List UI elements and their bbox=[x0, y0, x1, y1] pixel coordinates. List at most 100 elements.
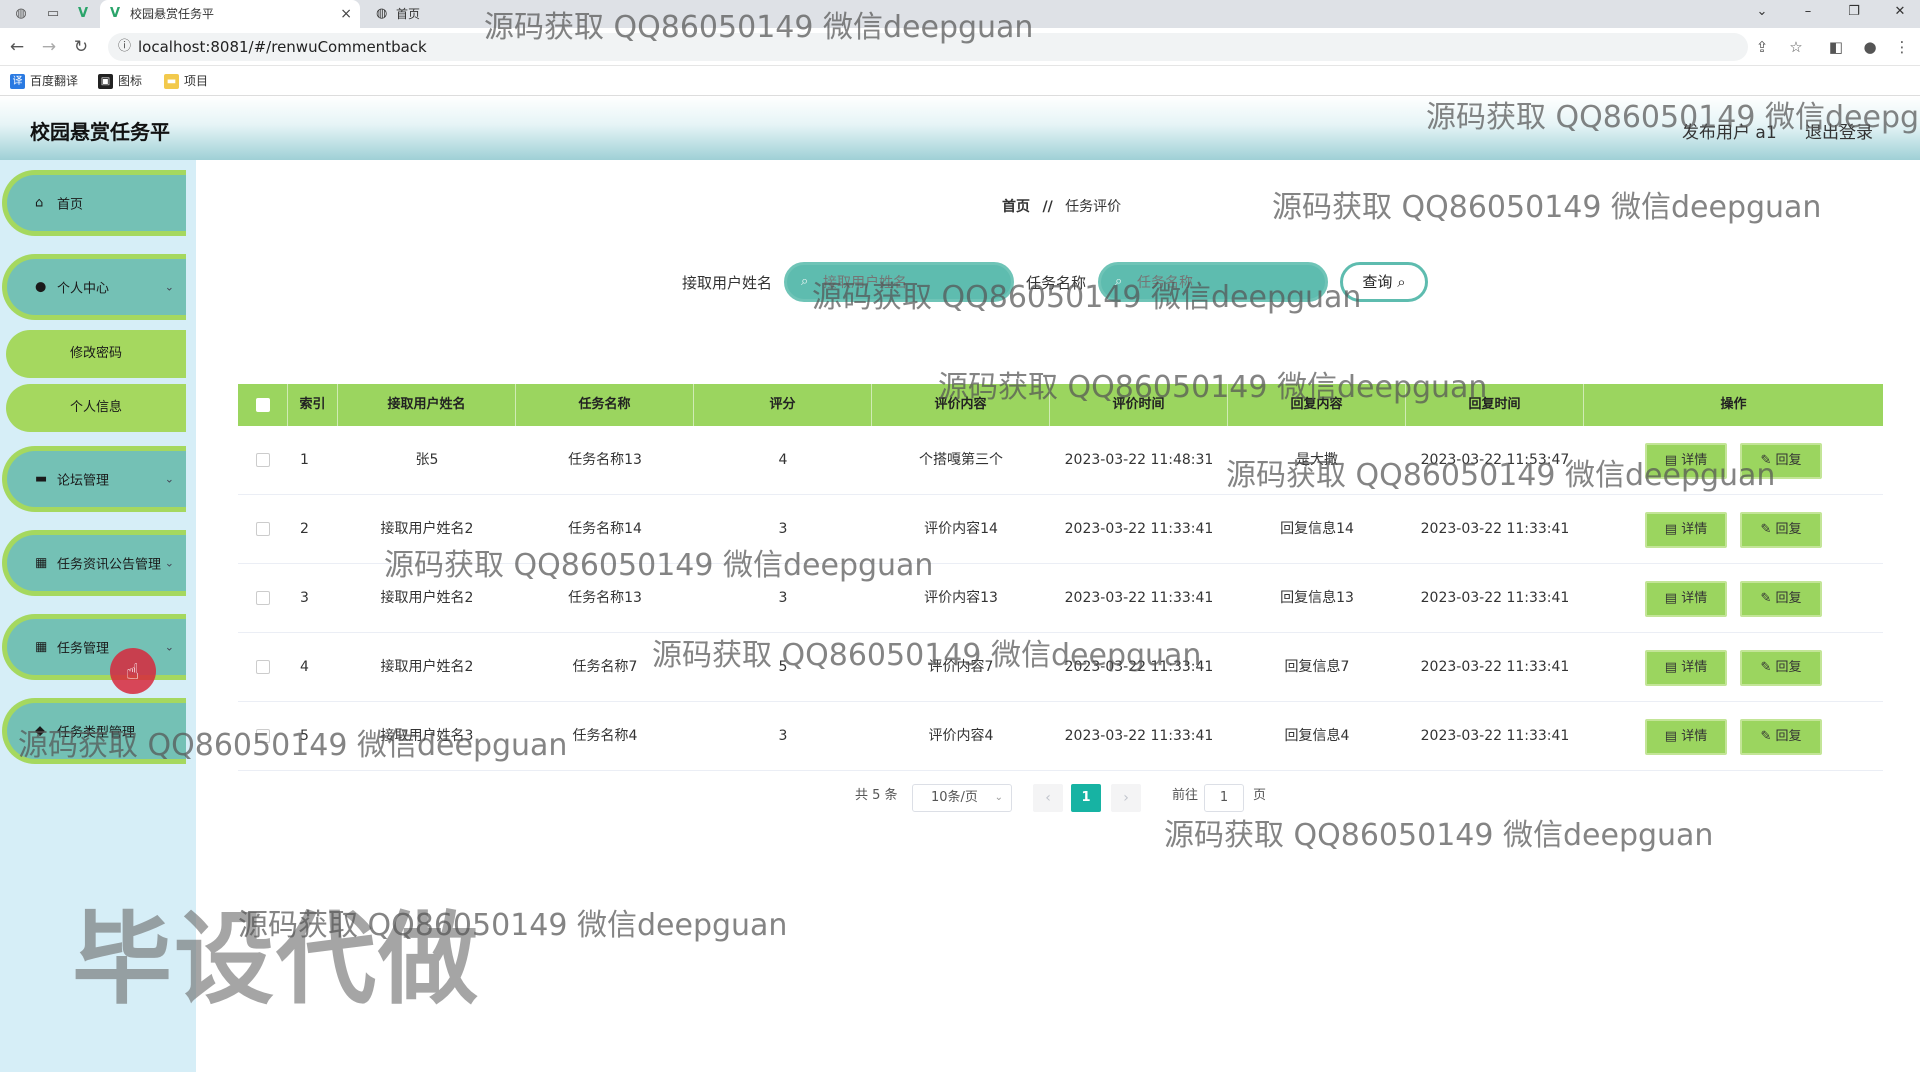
cell-reply-time: 2023-03-22 11:33:41 bbox=[1420, 521, 1570, 537]
chevron-down-icon[interactable]: ⌄ bbox=[1742, 0, 1782, 28]
forum-icon: ▬ bbox=[35, 471, 48, 487]
search-icon: ⌕ bbox=[1397, 273, 1406, 291]
detail-button[interactable]: ▤ 详情 bbox=[1645, 581, 1727, 617]
tag-icon: ◆ bbox=[35, 723, 45, 739]
detail-button[interactable]: ▤ 详情 bbox=[1645, 512, 1727, 548]
query-button[interactable]: 查询 ⌕ bbox=[1340, 262, 1428, 302]
row-checkbox[interactable] bbox=[256, 591, 270, 605]
page-size-select[interactable]: 10条/页 ⌄ bbox=[912, 784, 1012, 812]
profile-icon[interactable]: ● bbox=[1860, 37, 1880, 57]
page-number-current[interactable]: 1 bbox=[1071, 784, 1101, 812]
kebab-menu-icon[interactable]: ⋮ bbox=[1892, 37, 1912, 57]
url-field[interactable]: ⓘ localhost:8081/#/renwuCommentback bbox=[108, 33, 1748, 61]
tab-label: 校园悬赏任务平 bbox=[130, 7, 215, 21]
row-checkbox[interactable] bbox=[256, 660, 270, 674]
bookmark-project[interactable]: ▬ 项目 bbox=[164, 72, 208, 90]
user-name: a1 bbox=[1755, 123, 1777, 143]
app-header: 校园悬赏任务平 发布用户 a1 退出登录 bbox=[0, 96, 1920, 160]
bookmarks-bar: 译 百度翻译 ▣ 图标 ▬ 项目 bbox=[0, 66, 1920, 96]
detail-button[interactable]: ▤ 详情 bbox=[1645, 719, 1727, 755]
sidebar-subitem-personal-info[interactable]: 个人信息 bbox=[6, 384, 186, 432]
chevron-down-icon: ⌄ bbox=[164, 472, 174, 486]
sidebar-item-label: 个人中心 bbox=[57, 281, 110, 297]
sidebar-item-personal-center[interactable]: ● 个人中心 ⌄ bbox=[2, 254, 186, 320]
globe-icon[interactable]: ◍ bbox=[12, 5, 30, 23]
row-checkbox[interactable] bbox=[256, 522, 270, 536]
reply-button[interactable]: ✎ 回复 bbox=[1740, 581, 1822, 617]
search-task-label: 任务名称 bbox=[1026, 274, 1087, 292]
reply-button[interactable]: ✎ 回复 bbox=[1740, 512, 1822, 548]
sidebar-item-label: 任务资讯公告管理 bbox=[57, 557, 162, 573]
document-icon: ▤ bbox=[1664, 660, 1682, 675]
cell-task: 任务名称4 bbox=[572, 728, 638, 744]
close-icon[interactable]: × bbox=[340, 0, 352, 28]
cell-reply-time: 2023-03-22 11:33:41 bbox=[1420, 728, 1570, 744]
blank-tab-icon[interactable]: ▭ bbox=[44, 5, 62, 23]
back-icon[interactable]: ← bbox=[6, 36, 28, 58]
goto-page-input[interactable]: 1 bbox=[1204, 784, 1244, 812]
sidepanel-icon[interactable]: ◧ bbox=[1826, 37, 1846, 57]
search-user-input[interactable]: ⌕ bbox=[784, 262, 1014, 302]
chevron-left-icon: ‹ bbox=[1045, 790, 1051, 806]
grid-icon: ▦ bbox=[35, 639, 48, 655]
restore-icon[interactable]: ❐ bbox=[1834, 0, 1874, 28]
share-icon[interactable]: ⇪ bbox=[1752, 37, 1772, 57]
row-checkbox[interactable] bbox=[256, 729, 270, 743]
vue-icon[interactable]: V bbox=[74, 5, 92, 23]
cell-time: 2023-03-22 11:33:41 bbox=[1064, 728, 1214, 744]
select-all-checkbox[interactable] bbox=[256, 398, 270, 412]
logout-link[interactable]: 退出登录 bbox=[1805, 118, 1873, 143]
globe-icon: ◍ bbox=[376, 6, 388, 21]
breadcrumb-separator: // bbox=[1042, 199, 1053, 215]
detail-button[interactable]: ▤ 详情 bbox=[1645, 650, 1727, 686]
sidebar-item-task-news[interactable]: ▦ 任务资讯公告管理 ⌄ bbox=[2, 530, 186, 596]
th-content: 评价内容 bbox=[872, 384, 1050, 426]
detail-button-label: 详情 bbox=[1681, 522, 1708, 537]
reply-button[interactable]: ✎ 回复 bbox=[1740, 650, 1822, 686]
home-icon: ⌂ bbox=[35, 195, 44, 211]
table-header: 索引 接取用户姓名 任务名称 评分 评价内容 评价时间 回复内容 回复时间 操作 bbox=[238, 384, 1883, 426]
minimize-icon[interactable]: – bbox=[1788, 0, 1828, 28]
reply-button[interactable]: ✎ 回复 bbox=[1740, 719, 1822, 755]
breadcrumb: 首页 // 任务评价 bbox=[1002, 196, 1121, 216]
search-task-field[interactable] bbox=[1101, 265, 1325, 299]
edit-icon: ✎ bbox=[1760, 522, 1776, 537]
close-window-icon[interactable]: ✕ bbox=[1880, 0, 1920, 28]
search-user-field[interactable] bbox=[787, 265, 1011, 299]
table-row: 3 接取用户姓名2 任务名称13 3 评价内容13 2023-03-22 11:33:41… bbox=[238, 564, 1883, 633]
bookmark-baidu-translate[interactable]: 译 百度翻译 bbox=[10, 72, 78, 90]
watermark-text: 源码获取 QQ86050149 微信deepguan bbox=[1164, 818, 1714, 853]
pagination-total: 共 5 条 bbox=[855, 788, 898, 803]
reply-button[interactable]: ✎ 回复 bbox=[1740, 443, 1822, 479]
info-icon: ⓘ bbox=[118, 39, 132, 54]
detail-button[interactable]: ▤ 详情 bbox=[1645, 443, 1727, 479]
tab-home[interactable]: ◍ 首页 bbox=[366, 0, 586, 28]
document-icon: ▤ bbox=[1664, 591, 1682, 606]
cell-index: 1 bbox=[300, 452, 309, 468]
bookmark-icons[interactable]: ▣ 图标 bbox=[98, 72, 142, 90]
app-title: 校园悬赏任务平 bbox=[30, 120, 170, 144]
search-task-input[interactable]: ⌕ bbox=[1098, 262, 1328, 302]
sidebar-item-task-type[interactable]: ◆ 任务类型管理 bbox=[2, 698, 186, 764]
image-icon: ▣ bbox=[98, 74, 113, 89]
sidebar-item-task-management[interactable]: ▦ 任务管理 ⌄ bbox=[2, 614, 186, 680]
tab-active[interactable]: V 校园悬赏任务平 × bbox=[100, 0, 360, 28]
th-reply-time: 回复时间 bbox=[1406, 384, 1584, 426]
cell-score: 5 bbox=[778, 659, 788, 675]
breadcrumb-home[interactable]: 首页 bbox=[1002, 199, 1030, 215]
reload-icon[interactable]: ↻ bbox=[70, 36, 92, 58]
screen: ◍ ▭ V V 校园悬赏任务平 × ◍ 首页 ⌄ – ❐ ✕ ← → ↻ ⓘ l… bbox=[0, 0, 1920, 1072]
sidebar-item-forum[interactable]: ▬ 论坛管理 ⌄ bbox=[2, 446, 186, 512]
prev-page-button[interactable]: ‹ bbox=[1033, 784, 1063, 812]
sidebar-item-home[interactable]: ⌂ 首页 bbox=[2, 170, 186, 236]
sidebar-subitem-change-password[interactable]: 修改密码 bbox=[6, 330, 186, 378]
star-icon[interactable]: ☆ bbox=[1786, 37, 1806, 57]
detail-button-label: 详情 bbox=[1681, 591, 1708, 606]
cell-score: 4 bbox=[778, 452, 788, 468]
forward-icon[interactable]: → bbox=[38, 36, 60, 58]
next-page-button[interactable]: › bbox=[1111, 784, 1141, 812]
row-checkbox[interactable] bbox=[256, 453, 270, 467]
cell-content: 评价内容4 bbox=[928, 728, 994, 744]
watermark-text: 源码获取 QQ86050149 微信deepguan bbox=[1272, 190, 1822, 225]
vue-icon: V bbox=[110, 6, 121, 21]
